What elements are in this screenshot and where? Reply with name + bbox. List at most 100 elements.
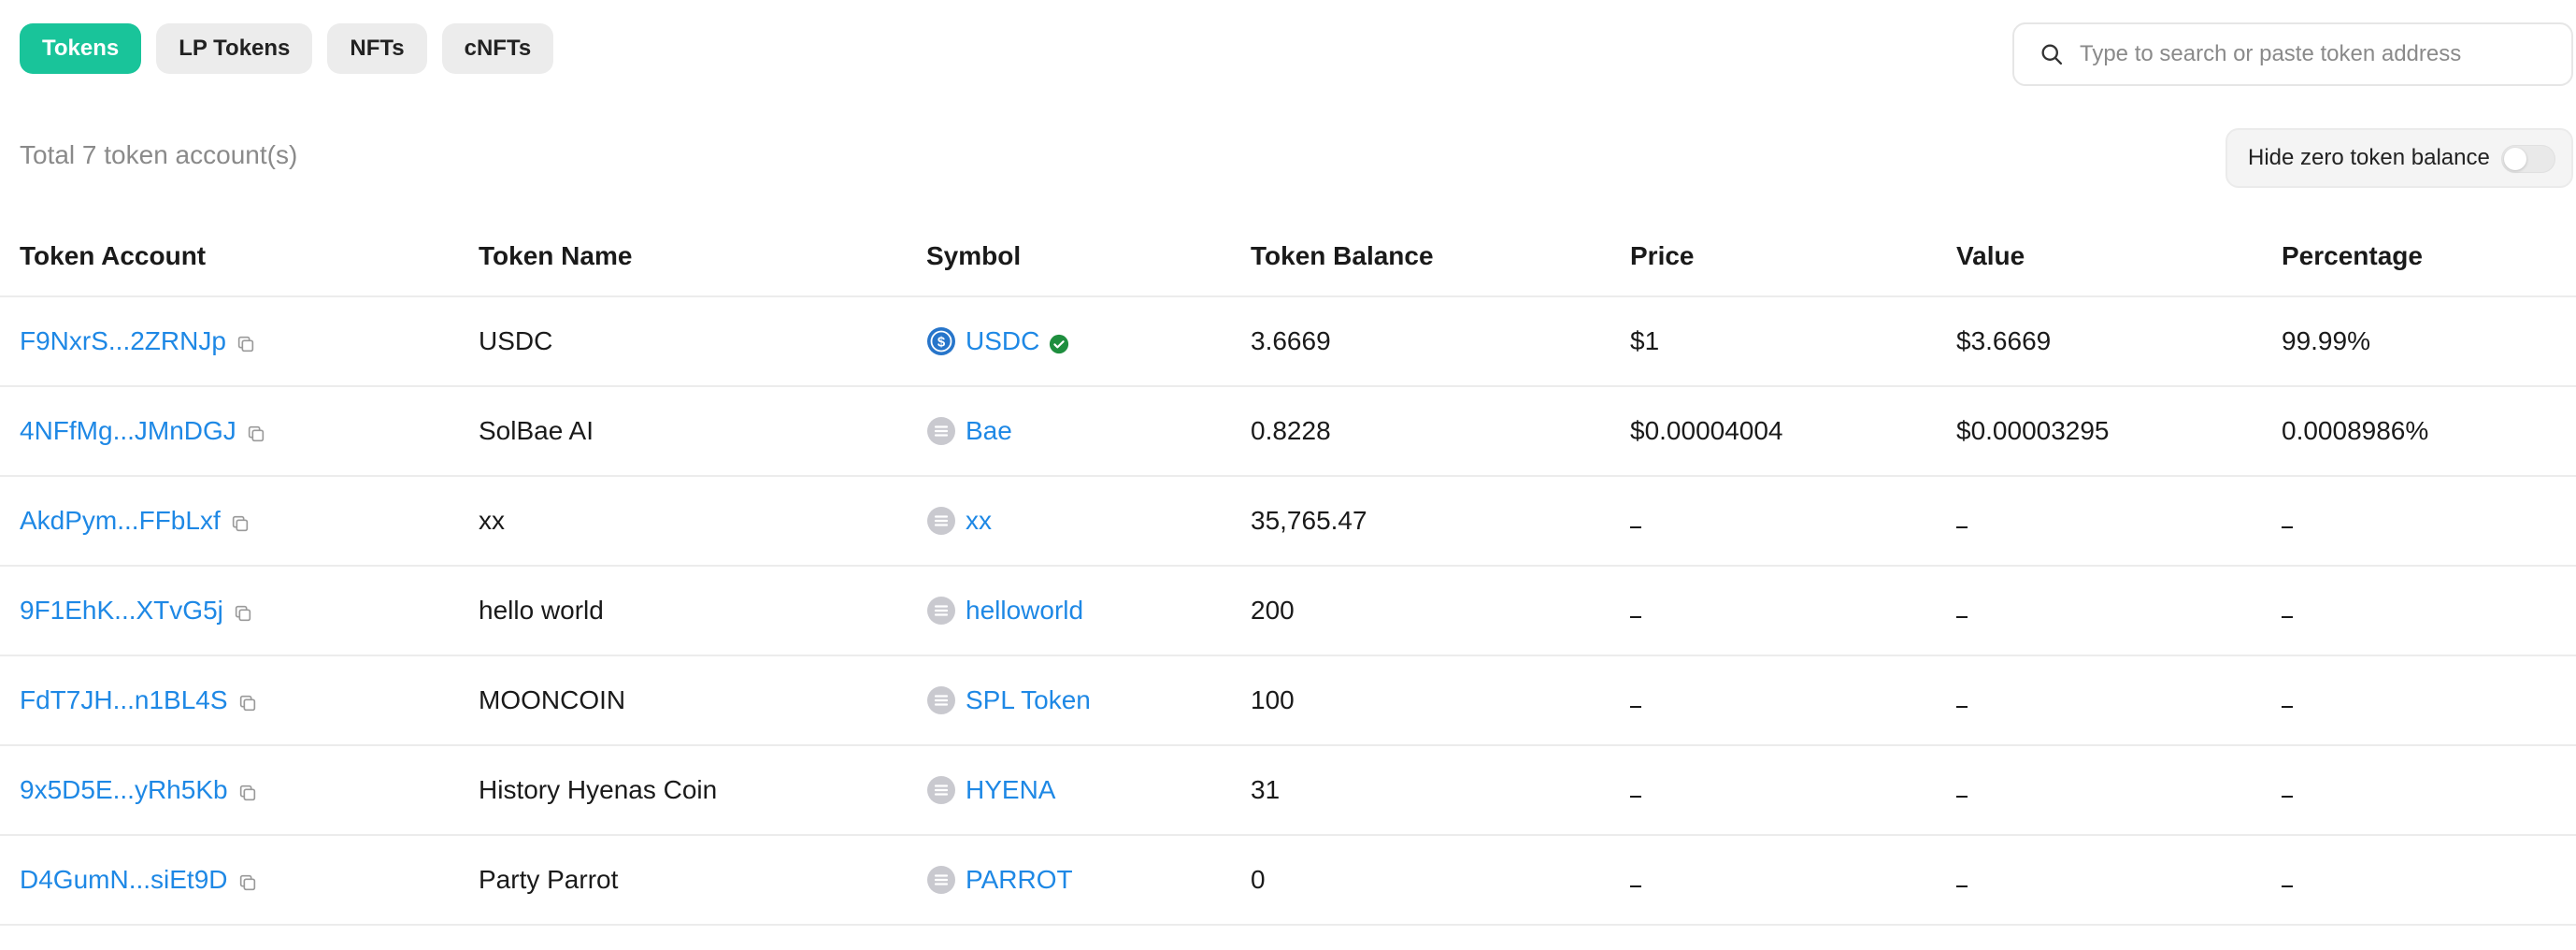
- hide-zero-balance-control: Hide zero token balance: [2225, 128, 2573, 188]
- token-price: $0.00004004: [1630, 416, 1783, 445]
- empty-dash: [1956, 796, 1968, 798]
- header-symbol[interactable]: Symbol: [926, 217, 1021, 295]
- table-row: 4NFfMg...JMnDGJ SolBae AI Bae 0.8228 $0.0000…: [0, 387, 2576, 477]
- copy-icon[interactable]: [237, 780, 258, 801]
- asset-type-tabs: Tokens LP Tokens NFTs cNFTs: [20, 23, 554, 74]
- table-row: 9x5D5E...yRh5Kb History Hyenas Coin HYENA 3…: [0, 746, 2576, 836]
- header-token-balance[interactable]: Token Balance: [1251, 217, 1434, 295]
- token-price: [1630, 567, 1641, 655]
- search-icon: [2041, 44, 2063, 65]
- token-value: [1956, 656, 1968, 744]
- token-value: $3.6669: [1956, 326, 2052, 355]
- tab-tokens[interactable]: Tokens: [20, 23, 142, 74]
- token-percentage: [2282, 477, 2293, 565]
- symbol-cell: HYENA: [926, 746, 1055, 834]
- token-symbol-link[interactable]: xx: [966, 506, 992, 536]
- symbol-cell: SPL Token: [926, 656, 1091, 744]
- token-value: [1956, 746, 1968, 834]
- token-name: SolBae AI: [479, 416, 594, 445]
- empty-dash: [1956, 885, 1968, 887]
- token-account-cell: D4GumN...siEt9D: [20, 836, 258, 924]
- token-name: xx: [479, 506, 505, 535]
- table-row: D4GumN...siEt9D Party Parrot PARROT 0: [0, 836, 2576, 926]
- empty-dash: [1630, 885, 1641, 887]
- token-account-link[interactable]: 9F1EhK...XTvG5j: [20, 596, 223, 626]
- token-value: $0.00003295: [1956, 416, 2110, 445]
- copy-icon[interactable]: [237, 690, 258, 712]
- header-price[interactable]: Price: [1630, 217, 1695, 295]
- token-account-link[interactable]: F9NxrS...2ZRNJp: [20, 326, 226, 356]
- total-accounts-text: Total 7 token account(s): [20, 140, 298, 169]
- symbol-cell: $ USDC: [926, 297, 1069, 385]
- token-symbol-link[interactable]: SPL Token: [966, 685, 1091, 715]
- token-account-link[interactable]: 4NFfMg...JMnDGJ: [20, 416, 236, 446]
- empty-dash: [1956, 526, 1968, 528]
- generic-token-icon: [926, 865, 956, 895]
- table-row: AkdPym...FFbLxf xx xx 35,765.47: [0, 477, 2576, 567]
- verified-check-icon: [1049, 331, 1069, 354]
- token-name: hello world: [479, 596, 604, 625]
- token-account-cell: AkdPym...FFbLxf: [20, 477, 250, 565]
- token-account-link[interactable]: AkdPym...FFbLxf: [20, 506, 221, 536]
- token-symbol-link[interactable]: PARROT: [966, 865, 1073, 895]
- copy-icon[interactable]: [230, 511, 250, 532]
- header-token-account[interactable]: Token Account: [20, 217, 206, 295]
- token-account-cell: 4NFfMg...JMnDGJ: [20, 387, 266, 475]
- copy-icon[interactable]: [246, 421, 266, 442]
- token-percentage: [2282, 746, 2293, 834]
- token-name: MOONCOIN: [479, 685, 626, 714]
- tab-nfts[interactable]: NFTs: [327, 23, 427, 74]
- token-account-link[interactable]: FdT7JH...n1BL4S: [20, 685, 228, 715]
- token-symbol-link[interactable]: USDC: [966, 326, 1039, 356]
- token-search-box[interactable]: [2012, 22, 2573, 86]
- toggle-knob: [2504, 148, 2526, 170]
- token-account-link[interactable]: 9x5D5E...yRh5Kb: [20, 775, 228, 805]
- token-name: Party Parrot: [479, 865, 619, 894]
- table-row: 9F1EhK...XTvG5j hello world helloworld 200: [0, 567, 2576, 656]
- generic-token-icon: [926, 596, 956, 626]
- symbol-cell: helloworld: [926, 567, 1083, 655]
- table-body: F9NxrS...2ZRNJp USDC $ USDC 3.6669 $1 $3.6669 9…: [0, 297, 2576, 926]
- generic-token-icon: [926, 775, 956, 805]
- token-value: [1956, 836, 1968, 924]
- copy-icon[interactable]: [233, 600, 253, 622]
- token-price: $1: [1630, 326, 1660, 355]
- token-symbol-link[interactable]: Bae: [966, 416, 1012, 446]
- copy-icon[interactable]: [236, 331, 256, 353]
- copy-icon[interactable]: [237, 870, 258, 891]
- token-price: [1630, 746, 1641, 834]
- tab-cnfts[interactable]: cNFTs: [441, 23, 554, 74]
- search-input[interactable]: [2080, 41, 2566, 67]
- table-row: FdT7JH...n1BL4S MOONCOIN SPL Token 100: [0, 656, 2576, 746]
- table-header: Token Account Token Name Symbol Token Ba…: [0, 217, 2576, 297]
- header-value[interactable]: Value: [1956, 217, 2025, 295]
- token-symbol-link[interactable]: HYENA: [966, 775, 1055, 805]
- token-account-link[interactable]: D4GumN...siEt9D: [20, 865, 228, 895]
- token-balance: 31: [1251, 775, 1281, 804]
- generic-token-icon: [926, 506, 956, 536]
- empty-dash: [1956, 706, 1968, 708]
- token-balance: 200: [1251, 596, 1295, 625]
- token-balance: 35,765.47: [1251, 506, 1367, 535]
- svg-text:$: $: [937, 335, 946, 351]
- empty-dash: [1630, 616, 1641, 618]
- token-balance: 0.8228: [1251, 416, 1331, 445]
- header-percentage[interactable]: Percentage: [2282, 217, 2423, 295]
- header-token-name[interactable]: Token Name: [479, 217, 632, 295]
- empty-dash: [2282, 526, 2293, 528]
- empty-dash: [1630, 706, 1641, 708]
- token-accounts-table: Token Account Token Name Symbol Token Ba…: [0, 217, 2576, 926]
- token-percentage: 99.99%: [2282, 326, 2370, 355]
- token-value: [1956, 477, 1968, 565]
- token-account-cell: 9x5D5E...yRh5Kb: [20, 746, 258, 834]
- token-symbol-link[interactable]: helloworld: [966, 596, 1083, 626]
- empty-dash: [1630, 796, 1641, 798]
- generic-token-icon: [926, 685, 956, 715]
- tab-lp-tokens[interactable]: LP Tokens: [156, 23, 313, 74]
- token-balance: 3.6669: [1251, 326, 1331, 355]
- symbol-cell: Bae: [926, 387, 1012, 475]
- token-name: USDC: [479, 326, 553, 355]
- token-account-cell: F9NxrS...2ZRNJp: [20, 297, 256, 385]
- empty-dash: [2282, 885, 2293, 887]
- hide-zero-balance-toggle[interactable]: [2501, 145, 2555, 173]
